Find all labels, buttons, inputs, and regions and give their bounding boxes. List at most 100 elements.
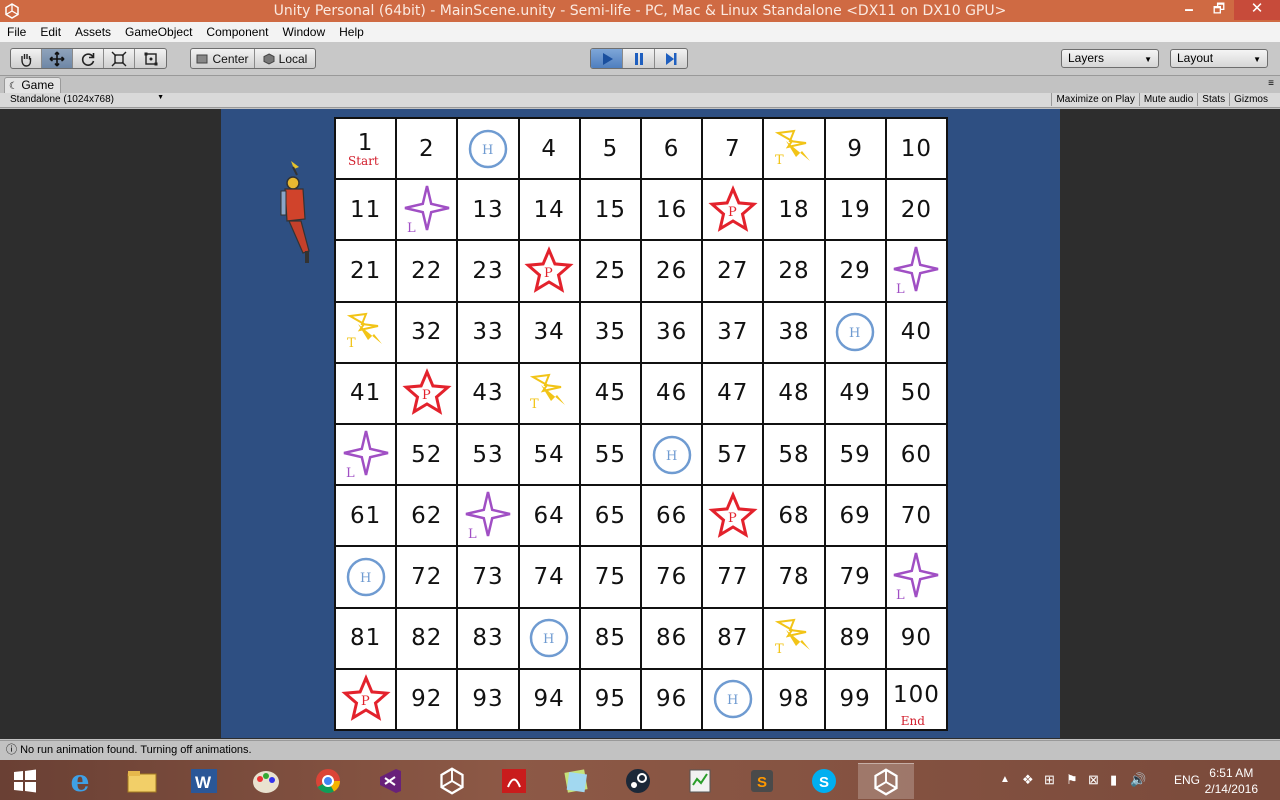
windows-icon[interactable]: ⊞: [1044, 772, 1055, 788]
cell-number: 28: [778, 257, 810, 284]
pivot-local-button[interactable]: Local: [255, 49, 315, 68]
menu-gameobject[interactable]: GameObject: [118, 25, 199, 39]
penalty-star-icon: P: [708, 184, 758, 232]
layers-label: Layers: [1068, 51, 1105, 65]
cell-number: 26: [655, 257, 688, 284]
word-icon[interactable]: W: [176, 763, 232, 799]
board-cell: 15: [580, 180, 640, 240]
board-cell: H: [825, 302, 885, 362]
windows-start-button[interactable]: [0, 763, 50, 799]
status-message[interactable]: No run animation found. Turning off anim…: [20, 744, 252, 756]
pause-button[interactable]: [623, 49, 655, 68]
pivot-center-label: Center: [212, 51, 249, 66]
paint-icon[interactable]: [238, 763, 294, 799]
flag-icon[interactable]: ⚑: [1066, 772, 1078, 788]
steam-icon[interactable]: [610, 763, 666, 799]
icon-letter: H: [849, 326, 860, 341]
icon-letter: T: [347, 336, 356, 351]
board-cell: 4: [519, 119, 579, 179]
board-cell: 92: [397, 669, 457, 729]
signal-icon[interactable]: ▮: [1110, 772, 1117, 788]
board-cell: 11: [336, 180, 396, 240]
mute-audio-toggle[interactable]: Mute audio: [1138, 93, 1197, 106]
restore-button[interactable]: 🗗: [1204, 0, 1234, 20]
hospital-icon: H: [468, 129, 508, 168]
rect-tool-icon[interactable]: [135, 49, 166, 68]
network-icon[interactable]: ⊠: [1088, 772, 1099, 788]
internet-explorer-icon[interactable]: e: [52, 763, 108, 799]
windows-logo-icon: [14, 769, 36, 793]
close-button[interactable]: ✕: [1234, 0, 1280, 20]
game-canvas[interactable]: 1 Start 2 H 4 5 6 7 T 9 10 11 L 13 14 15 16 P 18 19 20 21 22 23…: [221, 109, 1060, 738]
acrobat-icon[interactable]: [486, 763, 542, 799]
menu-component[interactable]: Component: [199, 25, 275, 39]
rotate-tool-icon[interactable]: [73, 49, 104, 68]
board-cell: P: [519, 241, 579, 301]
window-title-bar: Unity Personal (64bit) - MainScene.unity…: [0, 0, 1280, 22]
board-cell: 49: [825, 363, 885, 423]
board-cell: 98: [764, 669, 824, 729]
scale-tool-icon[interactable]: [104, 49, 135, 68]
hospital-icon: H: [652, 435, 691, 474]
unity-editor-taskbar-button[interactable]: [858, 763, 914, 799]
menu-file[interactable]: File: [0, 25, 33, 39]
maximize-on-play-toggle[interactable]: Maximize on Play: [1051, 93, 1138, 106]
skype-icon[interactable]: S: [796, 763, 852, 799]
panel-menu-icon[interactable]: ≡: [1268, 78, 1274, 89]
cell-number: 77: [717, 563, 749, 590]
menu-assets[interactable]: Assets: [68, 25, 118, 39]
menu-window[interactable]: Window: [275, 25, 332, 39]
ladder-star-icon: L: [894, 552, 939, 603]
board-cell: 37: [703, 302, 763, 362]
board-cell: 69: [825, 486, 885, 546]
tab-game[interactable]: ☾ Game: [4, 77, 61, 93]
gizmos-dropdown[interactable]: Gizmos: [1229, 93, 1272, 106]
board-cell: 93: [458, 669, 518, 729]
board-cell: P: [703, 180, 763, 240]
board-cell: 75: [580, 547, 640, 607]
play-button[interactable]: [591, 49, 623, 68]
unity-app-icon[interactable]: [424, 763, 480, 799]
board-cell: L: [336, 425, 396, 485]
task-manager-icon[interactable]: [672, 763, 728, 799]
board-cell: 66: [642, 486, 702, 546]
show-hidden-icons-icon[interactable]: ▲: [1000, 774, 1010, 785]
chevron-down-icon: ▼: [157, 94, 164, 101]
cell-number: 65: [594, 502, 627, 529]
volume-icon[interactable]: 🔊: [1130, 772, 1146, 788]
sticky-notes-icon[interactable]: [548, 763, 604, 799]
step-button[interactable]: [655, 49, 687, 68]
tab-game-label: Game: [21, 78, 54, 92]
move-tool-icon[interactable]: [42, 49, 73, 68]
clock[interactable]: 6:51 AM 2/14/2016: [1205, 765, 1258, 797]
cell-number: 94: [533, 686, 565, 713]
minimize-button[interactable]: 🗕: [1174, 0, 1204, 20]
cell-number: 45: [594, 380, 627, 407]
play-icon: [602, 52, 613, 65]
hospital-icon: H: [529, 618, 569, 658]
board-cell: 47: [703, 363, 763, 423]
penalty-star-icon: P: [708, 490, 758, 538]
layout-dropdown[interactable]: Layout ▼: [1170, 49, 1268, 68]
chrome-icon[interactable]: [300, 763, 356, 799]
stats-toggle[interactable]: Stats: [1197, 93, 1229, 106]
board-cell: 58: [764, 425, 824, 485]
file-explorer-icon[interactable]: [114, 763, 170, 799]
aspect-dropdown[interactable]: Standalone (1024x768) ▼: [10, 94, 166, 105]
pivot-center-button[interactable]: Center: [191, 49, 255, 68]
visual-studio-icon[interactable]: [362, 763, 418, 799]
language-indicator[interactable]: ENG: [1174, 773, 1200, 787]
cell-number: 92: [411, 686, 443, 713]
board-cell: P: [336, 669, 396, 729]
layers-dropdown[interactable]: Layers ▼: [1061, 49, 1159, 68]
cell-number: 73: [472, 563, 504, 590]
sublime-text-icon[interactable]: S: [734, 763, 790, 799]
game-viewport: 1 Start 2 H 4 5 6 7 T 9 10 11 L 13 14 15 16 P 18 19 20 21 22 23…: [0, 109, 1280, 739]
board-cell: 16: [642, 180, 702, 240]
menu-help[interactable]: Help: [332, 25, 371, 39]
cell-number: 43: [472, 380, 504, 407]
dropbox-icon[interactable]: ❖: [1022, 772, 1034, 788]
hand-tool-icon[interactable]: [11, 49, 42, 68]
menu-edit[interactable]: Edit: [33, 25, 68, 39]
penalty-star-icon: P: [524, 246, 574, 293]
